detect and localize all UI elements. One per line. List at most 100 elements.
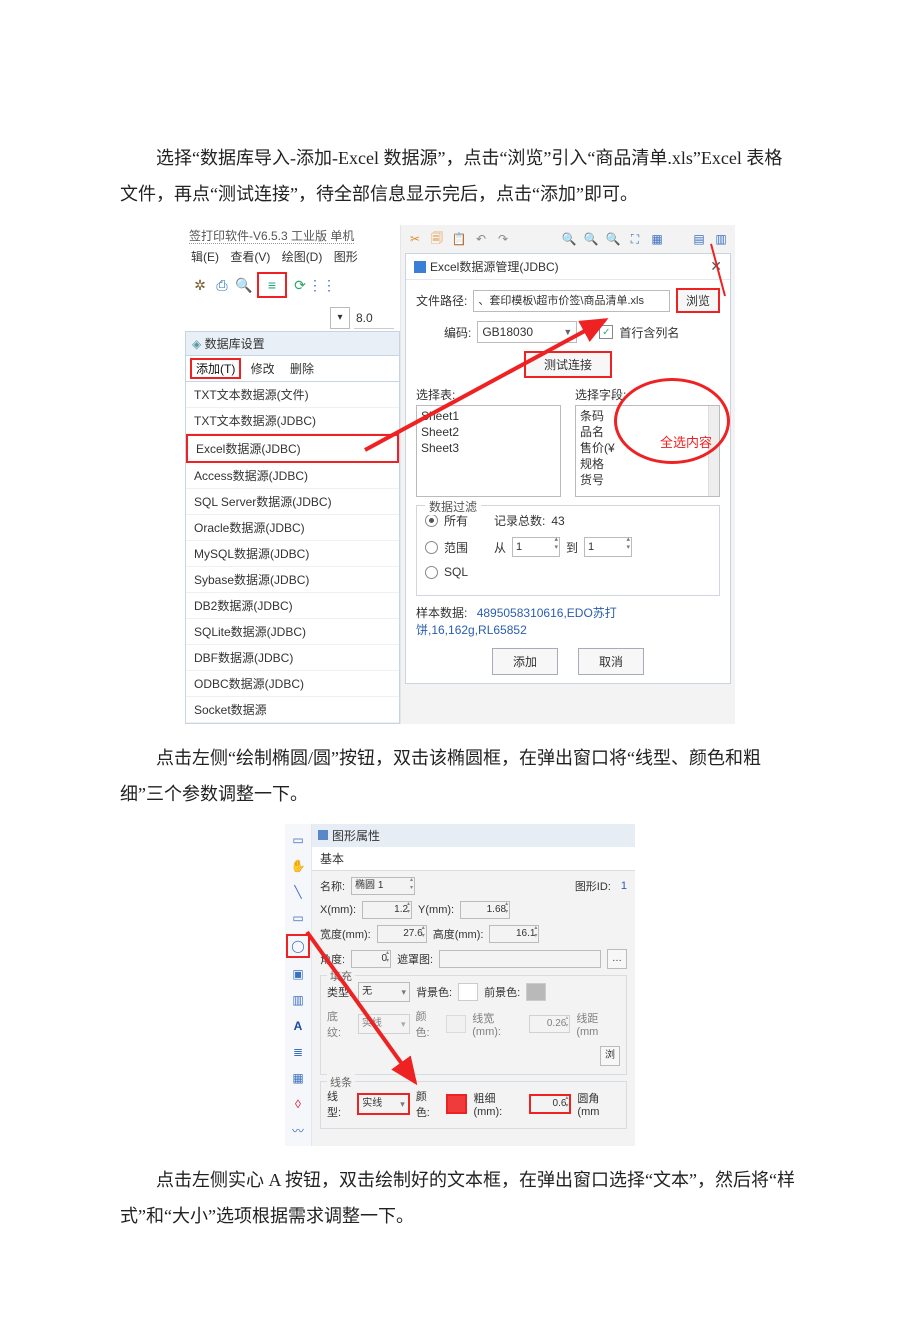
zoom-fit-icon[interactable]: 🔍: [605, 231, 621, 247]
hatch-color-swatch[interactable]: [446, 1015, 466, 1033]
rect-icon[interactable]: ▭: [288, 908, 308, 928]
modify-button[interactable]: 修改: [245, 360, 281, 377]
dialog-icon: [414, 261, 426, 273]
print-icon[interactable]: ⎙: [213, 276, 231, 294]
browse-button[interactable]: 浏览: [676, 288, 720, 313]
name-input[interactable]: 椭圆 1: [351, 877, 415, 895]
table-listbox[interactable]: Sheet1 Sheet2 Sheet3: [416, 405, 561, 497]
from-input[interactable]: 1: [512, 537, 560, 557]
richtext-icon[interactable]: ≣: [288, 1042, 308, 1062]
ds-item-sqlserver[interactable]: SQL Server数据源(JDBC): [186, 489, 399, 515]
field-item[interactable]: 条码: [580, 408, 715, 424]
text-icon[interactable]: A: [288, 1016, 308, 1036]
zoom-in-icon[interactable]: 🔍: [561, 231, 577, 247]
angle-input[interactable]: 0: [351, 950, 391, 968]
curve-icon[interactable]: 〰: [288, 1120, 308, 1140]
ds-item-excel-jdbc[interactable]: Excel数据源(JDBC): [186, 434, 399, 463]
hand-icon[interactable]: ✋: [288, 856, 308, 876]
table-item[interactable]: Sheet3: [421, 440, 556, 456]
linecolor-swatch[interactable]: [446, 1094, 467, 1114]
grid-toggle-icon[interactable]: ▦: [649, 231, 665, 247]
mask-input[interactable]: [439, 950, 601, 968]
hatch-select[interactable]: 实线: [358, 1014, 410, 1034]
angle-label: 角度:: [320, 951, 345, 967]
undo-icon[interactable]: ↶: [473, 231, 489, 247]
table-item[interactable]: Sheet1: [421, 408, 556, 424]
datasource-type-list[interactable]: TXT文本数据源(文件) TXT文本数据源(JDBC) Excel数据源(JDB…: [185, 382, 400, 724]
ds-item-txt-jdbc[interactable]: TXT文本数据源(JDBC): [186, 408, 399, 434]
barcode-icon[interactable]: ▥: [288, 990, 308, 1010]
copy-icon[interactable]: 🗐: [429, 231, 445, 247]
redo-icon[interactable]: ↷: [495, 231, 511, 247]
fullscreen-icon[interactable]: ⛶: [627, 231, 643, 247]
menubar[interactable]: 辑(E) 查看(V) 绘图(D) 图形: [185, 248, 400, 269]
ds-item-mysql[interactable]: MySQL数据源(JDBC): [186, 541, 399, 567]
paste-icon[interactable]: 📋: [451, 231, 467, 247]
menu-shape[interactable]: 图形: [334, 250, 358, 264]
linewidth-input[interactable]: 0.26: [529, 1015, 571, 1033]
zoom-out-icon[interactable]: 🔍: [583, 231, 599, 247]
field-item[interactable]: 货号: [580, 472, 715, 488]
zoom-dropdown[interactable]: ▾: [330, 307, 350, 329]
ds-item-dbf[interactable]: DBF数据源(JDBC): [186, 645, 399, 671]
menu-edit[interactable]: 辑(E): [191, 250, 219, 264]
radio-range[interactable]: [425, 541, 438, 554]
layer2-icon[interactable]: ▥: [713, 231, 729, 247]
ds-item-db2[interactable]: DB2数据源(JDBC): [186, 593, 399, 619]
ds-item-sybase[interactable]: Sybase数据源(JDBC): [186, 567, 399, 593]
cut-icon[interactable]: ✂: [407, 231, 423, 247]
table-icon[interactable]: ▦: [288, 1068, 308, 1088]
mask-browse-button[interactable]: …: [607, 949, 627, 969]
filter-group-title: 数据过滤: [425, 498, 481, 515]
add-datasource-button[interactable]: 添加(T): [190, 358, 241, 379]
gear-icon[interactable]: ✲: [191, 276, 209, 294]
cancel-button[interactable]: 取消: [578, 648, 644, 675]
test-connection-button[interactable]: 测试连接: [524, 351, 612, 378]
bgcolor-swatch[interactable]: [458, 983, 478, 1001]
image-icon[interactable]: ▣: [288, 964, 308, 984]
hatch-browse-button[interactable]: 浏: [600, 1046, 620, 1066]
table-item[interactable]: Sheet2: [421, 424, 556, 440]
fgcolor-swatch[interactable]: [526, 983, 546, 1001]
x-input[interactable]: 1.2: [362, 901, 412, 919]
ds-item-socket[interactable]: Socket数据源: [186, 697, 399, 723]
zoom-value[interactable]: 8.0: [354, 308, 394, 329]
y-input[interactable]: 1.68: [460, 901, 510, 919]
sync-icon[interactable]: ⟳: [291, 276, 309, 294]
thickness-input[interactable]: 0.6: [529, 1094, 572, 1114]
width-input[interactable]: 27.6: [377, 925, 427, 943]
delete-button[interactable]: 删除: [284, 360, 320, 377]
to-input[interactable]: 1: [584, 537, 632, 557]
linetype-select[interactable]: 实线: [357, 1093, 410, 1115]
ds-item-oracle[interactable]: Oracle数据源(JDBC): [186, 515, 399, 541]
ds-item-sqlite[interactable]: SQLite数据源(JDBC): [186, 619, 399, 645]
height-input[interactable]: 16.1: [489, 925, 539, 943]
sample-label: 样本数据:: [416, 606, 467, 620]
menu-draw[interactable]: 绘图(D): [282, 250, 323, 264]
field-listbox[interactable]: 条码 品名 售价(¥ 规格 货号: [575, 405, 720, 497]
scrollbar[interactable]: [708, 406, 719, 496]
layer-icon[interactable]: ▤: [691, 231, 707, 247]
first-row-checkbox[interactable]: ✓: [599, 325, 613, 339]
ds-item-odbc[interactable]: ODBC数据源(JDBC): [186, 671, 399, 697]
tab-basic[interactable]: 基本: [312, 847, 635, 871]
field-item[interactable]: 规格: [580, 456, 715, 472]
preview-icon[interactable]: 🔍: [235, 276, 253, 294]
ellipse-icon[interactable]: ◯: [286, 934, 310, 958]
menu-view[interactable]: 查看(V): [230, 250, 270, 264]
database-icon[interactable]: ≡: [257, 272, 287, 298]
radio-sql-label: SQL: [444, 565, 468, 579]
radio-all[interactable]: [425, 514, 438, 527]
grid-icon[interactable]: ⋮⋮: [313, 276, 331, 294]
path-input[interactable]: 、套印模板\超市价签\商品清单.xls: [473, 290, 670, 312]
linecolor-label: 颜色:: [416, 1088, 440, 1120]
ds-item-access[interactable]: Access数据源(JDBC): [186, 463, 399, 489]
encoding-select[interactable]: GB18030: [477, 321, 577, 343]
pointer-icon[interactable]: ▭: [288, 830, 308, 850]
line-icon[interactable]: ╲: [288, 882, 308, 902]
ds-item-txt-file[interactable]: TXT文本数据源(文件): [186, 382, 399, 408]
add-button[interactable]: 添加: [492, 648, 558, 675]
radio-sql[interactable]: [425, 566, 438, 579]
rounded-icon[interactable]: ◊: [288, 1094, 308, 1114]
fill-type-select[interactable]: 无: [358, 982, 410, 1002]
